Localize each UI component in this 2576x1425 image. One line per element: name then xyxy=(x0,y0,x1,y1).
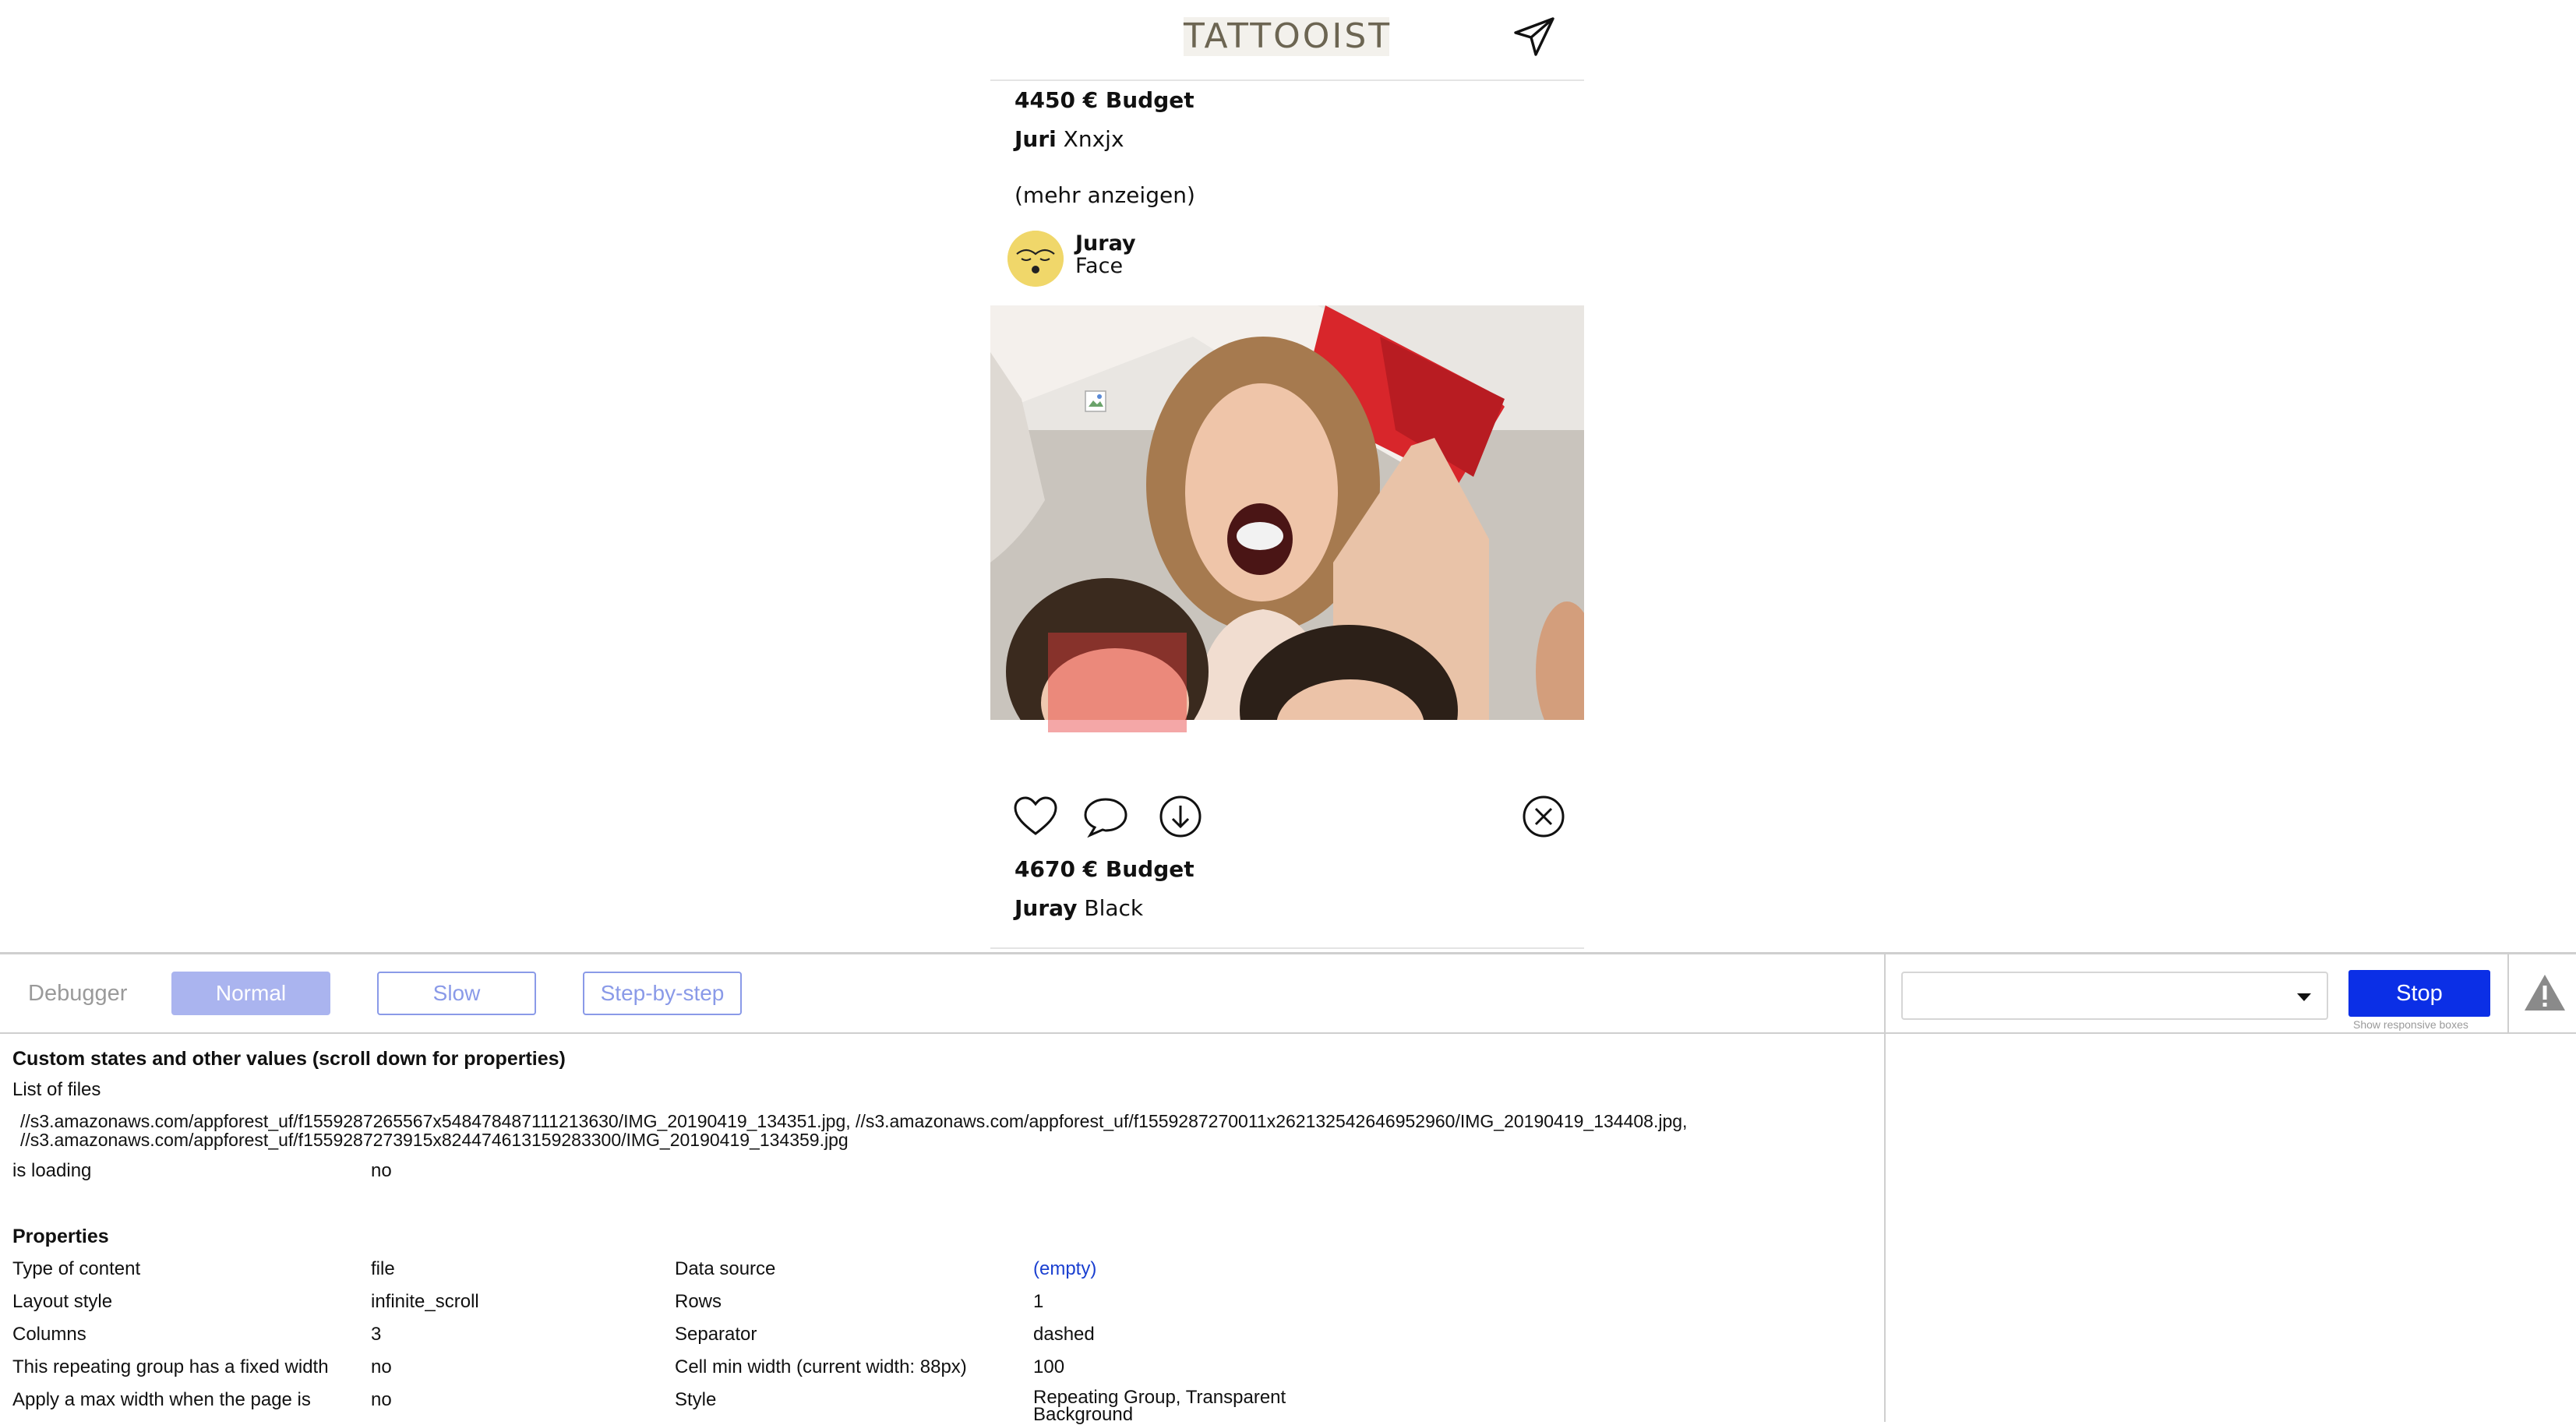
show-more-link[interactable]: (mehr anzeigen) xyxy=(1015,182,1195,208)
artist-name[interactable]: Juray xyxy=(1075,232,1136,256)
prop-value: 1 xyxy=(1033,1291,1044,1312)
stop-button[interactable]: Stop xyxy=(2348,970,2490,1017)
is-loading-value: no xyxy=(371,1160,392,1181)
download-icon[interactable] xyxy=(1157,793,1204,840)
mode-slow-button[interactable]: Slow xyxy=(377,972,536,1015)
client-last-name: Xnxjx xyxy=(1063,126,1124,152)
list-of-files-label: List of files xyxy=(12,1079,101,1100)
client-first-name: Juray xyxy=(1015,895,1078,921)
client-name: Juri Xnxjx xyxy=(1015,126,1124,152)
prop-label: Apply a max width when the page is xyxy=(12,1389,311,1410)
post-budget: 4670 € Budget xyxy=(1015,856,1194,882)
prop-value: Repeating Group, Transparent Background xyxy=(1033,1387,1286,1425)
prop-value: no xyxy=(371,1389,392,1410)
debugger-side-panel: Stop Show responsive boxes xyxy=(1884,954,2576,1422)
divider xyxy=(990,947,1584,949)
prop-label: Rows xyxy=(675,1291,722,1312)
prop-value: file xyxy=(371,1258,395,1279)
files-line-1: //s3.amazonaws.com/appforest_uf/f1559287… xyxy=(20,1111,1688,1131)
debugger-toolbar: Debugger Normal Slow Step-by-step xyxy=(0,954,1884,1034)
debugger-panel: Debugger Normal Slow Step-by-step Custom… xyxy=(0,952,2576,1425)
app-header: TATTOOIST xyxy=(990,0,1584,81)
prop-value: 100 xyxy=(1033,1356,1065,1377)
client-name: Juray Black xyxy=(1015,895,1143,921)
prop-label: Cell min width (current width: 88px) xyxy=(675,1356,967,1377)
divider xyxy=(2507,954,2509,1032)
warning-icon[interactable] xyxy=(2523,972,2567,1015)
prop-label: Style xyxy=(675,1389,717,1410)
custom-states-title: Custom states and other values (scroll d… xyxy=(12,1048,566,1070)
send-icon[interactable] xyxy=(1511,12,1558,59)
prop-value: 3 xyxy=(371,1324,382,1345)
prop-label: This repeating group has a fixed width xyxy=(12,1356,329,1377)
app-preview: TATTOOIST 4450 € Budget Juri Xnxjx (mehr… xyxy=(990,0,1584,951)
post-budget: 4450 € Budget xyxy=(1015,87,1194,113)
is-loading-label: is loading xyxy=(12,1160,92,1181)
prop-value: infinite_scroll xyxy=(371,1291,479,1312)
files-line-2: //s3.amazonaws.com/appforest_uf/f1559287… xyxy=(20,1130,849,1150)
close-circle-icon[interactable] xyxy=(1520,793,1567,840)
prop-label: Layout style xyxy=(12,1291,113,1312)
debugger-body: Custom states and other values (scroll d… xyxy=(0,1034,1884,1425)
avatar-drawing-icon xyxy=(1007,231,1064,287)
mode-step-button[interactable]: Step-by-step xyxy=(583,972,742,1015)
show-responsive-boxes-link[interactable]: Show responsive boxes xyxy=(2353,1018,2468,1031)
client-last-name: Black xyxy=(1084,895,1144,921)
comment-icon[interactable] xyxy=(1082,793,1129,840)
chevron-down-icon xyxy=(2297,993,2311,1001)
element-inspector-select[interactable] xyxy=(1901,972,2328,1020)
prop-value: no xyxy=(371,1356,392,1377)
broken-image-icon xyxy=(1085,390,1106,412)
prop-label: Type of content xyxy=(12,1258,141,1279)
prop-label: Columns xyxy=(12,1324,86,1345)
prop-value: dashed xyxy=(1033,1324,1095,1345)
artist-style: Face xyxy=(1075,254,1124,278)
data-source-link[interactable]: (empty) xyxy=(1033,1258,1096,1280)
prop-label: Data source xyxy=(675,1258,776,1279)
mode-normal-button[interactable]: Normal xyxy=(171,972,330,1015)
artist-info: Juray Face xyxy=(1075,232,1136,277)
artist-avatar[interactable] xyxy=(1007,231,1064,287)
selection-highlight xyxy=(1048,633,1187,732)
heart-icon[interactable] xyxy=(1012,793,1059,840)
properties-title: Properties xyxy=(12,1226,109,1247)
app-logo[interactable]: TATTOOIST xyxy=(1184,17,1389,56)
files-value: //s3.amazonaws.com/appforest_uf/f1559287… xyxy=(20,1112,1859,1149)
client-first-name: Juri xyxy=(1015,126,1057,152)
prop-label: Separator xyxy=(675,1324,757,1345)
debugger-title: Debugger xyxy=(28,981,128,1006)
divider xyxy=(1886,1032,2576,1034)
